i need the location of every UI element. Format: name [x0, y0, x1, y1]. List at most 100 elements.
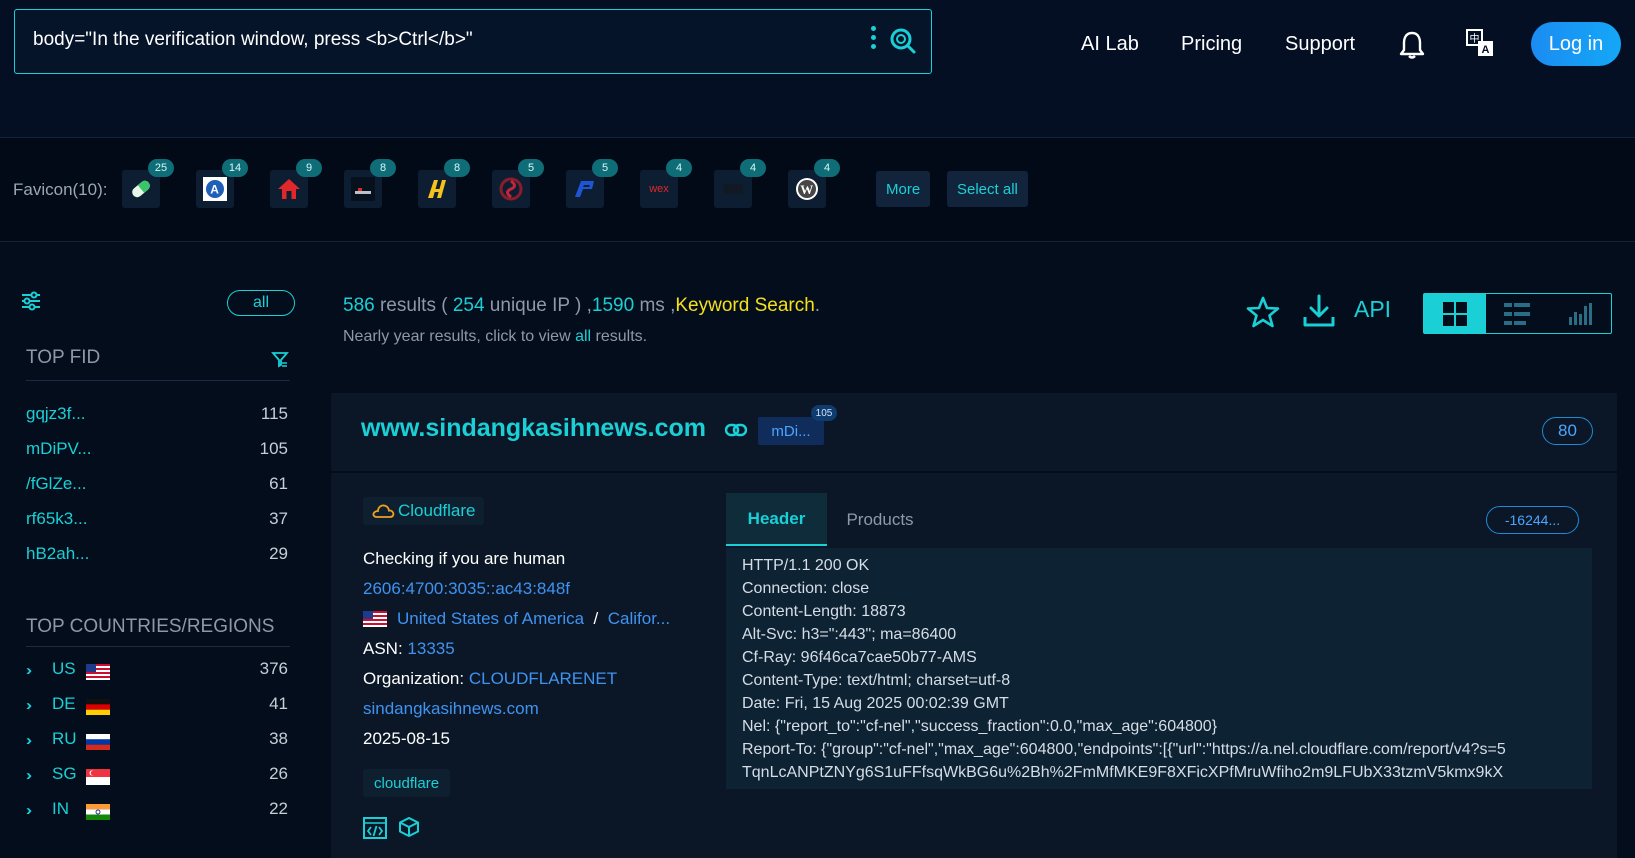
fid-row[interactable]: rf65k3... 37 [26, 509, 288, 533]
bar-chart-icon [1568, 302, 1592, 325]
tab-products[interactable]: Products [827, 493, 933, 546]
select-all-button[interactable]: Select all [947, 171, 1028, 207]
fid-count: 105 [259, 439, 288, 458]
fid-row[interactable]: /fGlZe... 61 [26, 474, 288, 498]
favicon-filter-swirl[interactable]: 5 [492, 159, 544, 208]
region-link[interactable]: Califor... [608, 609, 670, 628]
sliders-icon[interactable] [20, 290, 42, 312]
header-line: Cf-Ray: 96f46ca7cae50b77-AMS [742, 649, 977, 666]
country-code[interactable]: US [52, 659, 76, 679]
header-line: Date: Fri, 15 Aug 2025 00:02:39 GMT [742, 695, 1009, 712]
asn-link[interactable]: 13335 [407, 639, 454, 658]
fid-row[interactable]: hB2ah... 29 [26, 544, 288, 568]
header-line: Report-To: {"group":"cf-nel","max_age":6… [742, 741, 1506, 758]
favicon-filter-dark-square[interactable]: 4 [714, 159, 766, 208]
favicon-filter-a[interactable]: A 14 [196, 159, 248, 208]
download-icon[interactable] [1301, 293, 1337, 329]
chevron-double-right-icon: ›› [26, 732, 32, 749]
note-prefix: Nearly year results, click to view [343, 328, 576, 345]
all-filter-pill[interactable]: all [227, 290, 295, 316]
country-count: 26 [269, 764, 288, 783]
search-box[interactable]: body="In the verification window, press … [14, 9, 932, 74]
ip-link[interactable]: 2606:4700:3035::ac43:848f [363, 579, 570, 598]
fid-row[interactable]: mDiPV... 105 [26, 439, 288, 463]
nav-support[interactable]: Support [1285, 33, 1355, 56]
country-row-de[interactable]: ›› DE 41 [26, 694, 288, 718]
dark-logo-icon [351, 177, 375, 201]
svg-text:W: W [800, 182, 813, 197]
grid-view-button[interactable] [1424, 294, 1487, 333]
chart-view-button[interactable] [1549, 294, 1611, 333]
product-tag[interactable]: cloudflare [363, 769, 451, 797]
fid-name[interactable]: hB2ah... [26, 544, 89, 564]
sg-flag-icon [86, 769, 110, 785]
http-header-panel: HTTP/1.1 200 OK Connection: close Conten… [726, 548, 1592, 789]
port-badge[interactable]: 80 [1542, 417, 1593, 445]
dark-square-icon [723, 184, 743, 194]
country-code[interactable]: RU [52, 729, 77, 749]
country-code[interactable]: SG [52, 764, 77, 784]
favicon-filter-house[interactable]: 9 [270, 159, 322, 208]
country-row-sg[interactable]: ›› SG 26 [26, 764, 288, 788]
fid-name[interactable]: gqjz3f... [26, 404, 86, 424]
fid-tag[interactable]: mDi... [758, 417, 824, 445]
funnel-icon[interactable] [271, 350, 289, 368]
location: United States of America / Califor... [363, 609, 670, 629]
login-button[interactable]: Log in [1531, 22, 1621, 66]
country-code[interactable]: IN [52, 799, 69, 819]
favicon-filter-wex[interactable]: wex 4 [640, 159, 692, 208]
country-row-ru[interactable]: ›› RU 38 [26, 729, 288, 753]
cube-icon[interactable] [398, 816, 420, 838]
country-row-in[interactable]: ›› IN 22 [26, 799, 288, 823]
fid-row[interactable]: gqjz3f... 115 [26, 404, 288, 428]
fid-name[interactable]: mDiPV... [26, 439, 92, 459]
bell-icon[interactable] [1398, 30, 1426, 60]
scan-date: 2025-08-15 [363, 729, 450, 748]
star-icon[interactable] [1246, 295, 1280, 329]
more-favicons-button[interactable]: More [876, 171, 931, 207]
header-line: Nel: {"report_to":"cf-nel","success_frac… [742, 718, 1218, 735]
search-icon[interactable] [889, 27, 917, 55]
favicon-count: 4 [740, 159, 766, 177]
cdn-badge[interactable]: Cloudflare [363, 497, 484, 525]
asn-label: ASN: [363, 639, 408, 658]
results-word: results ( [374, 295, 453, 316]
fid-name[interactable]: rf65k3... [26, 509, 87, 529]
tab-header[interactable]: Header [726, 493, 827, 546]
nav-ai-lab[interactable]: AI Lab [1081, 33, 1139, 56]
favicon-filter-dark[interactable]: 8 [344, 159, 396, 208]
country-code[interactable]: DE [52, 694, 76, 714]
fid-name[interactable]: /fGlZe... [26, 474, 86, 494]
favicon-count: 4 [666, 159, 692, 177]
hash-badge[interactable]: -16244... [1486, 506, 1579, 534]
domain-link[interactable]: sindangkasihnews.com [363, 699, 539, 718]
view-switch [1423, 293, 1612, 334]
note-suffix: results. [591, 328, 648, 345]
favicon-filter-wordpress[interactable]: W 4 [788, 159, 840, 208]
country-link[interactable]: United States of America [397, 609, 584, 628]
fid-count: 115 [260, 404, 288, 423]
view-all-link[interactable]: all [575, 328, 591, 345]
red-swirl-icon [499, 177, 523, 201]
de-flag-icon [86, 699, 110, 715]
cloud-icon [372, 504, 395, 518]
link-icon[interactable] [725, 423, 747, 437]
org-link[interactable]: CLOUDFLARENET [469, 669, 617, 688]
country-row-us[interactable]: ›› US 376 [26, 659, 288, 683]
code-icon[interactable] [363, 817, 387, 839]
more-options-icon[interactable] [868, 26, 878, 56]
favicon-filter-p[interactable]: 5 [566, 159, 618, 208]
result-host-link[interactable]: www.sindangkasihnews.com [361, 414, 706, 443]
favicon-filter-h[interactable]: 8 [418, 159, 470, 208]
wordpress-icon: W [796, 178, 818, 200]
nav-pricing[interactable]: Pricing [1181, 33, 1242, 56]
favicon-filter-pill[interactable]: 25 [122, 159, 174, 208]
list-icon [1504, 302, 1531, 325]
api-button[interactable]: API [1354, 296, 1391, 323]
svg-text:A: A [210, 183, 219, 197]
results-summary: 586 results ( 254 unique IP ) ,1590 ms ,… [343, 295, 820, 317]
country-count: 376 [259, 659, 288, 678]
search-input[interactable]: body="In the verification window, press … [33, 29, 473, 51]
list-view-button[interactable] [1486, 294, 1548, 333]
translate-icon[interactable]: 中 A [1465, 28, 1495, 58]
